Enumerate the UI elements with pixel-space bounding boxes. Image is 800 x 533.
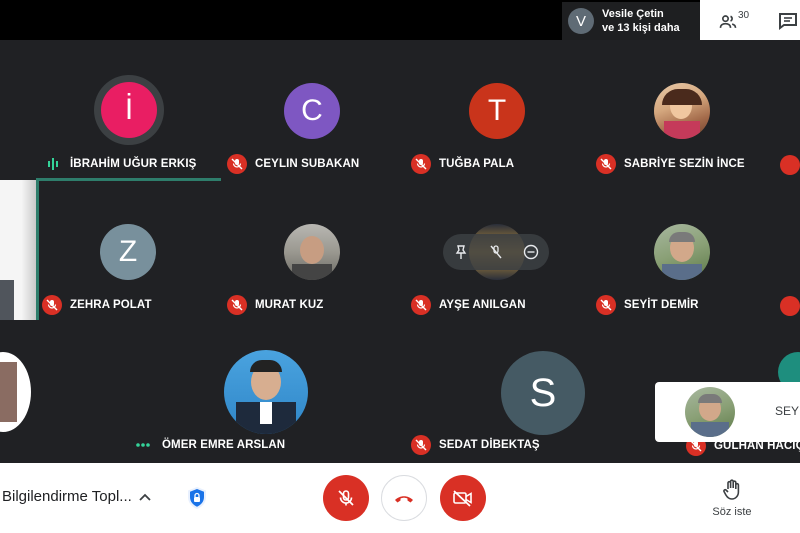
profile-photo: [284, 224, 340, 280]
chat-icon: [779, 13, 797, 30]
participant-name: ÖMER EMRE ARSLAN: [162, 439, 286, 451]
mic-off-icon: [780, 155, 800, 175]
audio-idle-icon: [136, 443, 150, 447]
self-view-photo: [685, 387, 735, 437]
participant-tile-partial-1: [0, 180, 39, 320]
participant-tile-seyit[interactable]: SEYİT DEMİR: [590, 210, 790, 340]
name-row: CEYLIN SUBAKAN: [227, 154, 360, 174]
mute-participant-icon[interactable]: [488, 244, 504, 260]
chat-button[interactable]: [778, 12, 798, 30]
participant-name: SEDAT DİBEKTAŞ: [439, 439, 540, 451]
profile-photo: [224, 350, 308, 434]
avatar: C: [284, 83, 340, 139]
people-count: 30: [738, 10, 750, 21]
name-row: ZEHRA POLAT: [42, 295, 152, 315]
mic-off-icon: [780, 296, 800, 316]
avatar: S: [501, 351, 585, 435]
hand-icon: [723, 479, 740, 500]
avatar: T: [469, 83, 525, 139]
avatar: Z: [100, 224, 156, 280]
top-right-panel: 30: [700, 0, 800, 40]
shield-lock-icon[interactable]: [184, 485, 210, 511]
presenter-avatar: V: [568, 8, 594, 34]
participant-name: TUĞBA PALA: [439, 158, 515, 170]
pin-icon[interactable]: [453, 244, 469, 260]
camera-off-icon: [453, 490, 472, 507]
presenter-line-2: ve 13 kişi daha: [602, 22, 680, 34]
raise-hand-button[interactable]: Söz iste: [707, 479, 757, 518]
mic-off-icon: [42, 295, 62, 315]
mic-off-icon: [411, 295, 431, 315]
name-row: TUĞBA PALA: [411, 154, 515, 174]
participant-tile-tugba[interactable]: T TUĞBA PALA: [405, 70, 605, 200]
participant-tile-ibrahim[interactable]: İ İBRAHİM UĞUR ERKIŞ: [36, 70, 236, 200]
tile-hover-controls: [443, 234, 549, 270]
remove-participant-icon[interactable]: [523, 244, 539, 260]
meeting-title[interactable]: Bilgilendirme Topl...: [2, 488, 132, 505]
audio-level-icon: [48, 158, 58, 170]
name-row: SABRİYE SEZİN İNCE: [596, 154, 745, 174]
top-bar: V Vesile Çetin ve 13 kişi daha 30: [0, 0, 800, 40]
participant-name: CEYLIN SUBAKAN: [255, 158, 360, 170]
participant-tile-ceylin[interactable]: C CEYLIN SUBAKAN: [221, 70, 421, 200]
presenter-names: Vesile Çetin ve 13 kişi daha: [602, 7, 680, 35]
leave-call-button[interactable]: [381, 475, 427, 521]
participant-name: MURAT KUZ: [255, 299, 324, 311]
mic-off-icon: [596, 154, 616, 174]
hang-up-icon: [395, 496, 413, 503]
chevron-up-icon[interactable]: [138, 491, 152, 505]
participant-tile-murat[interactable]: MURAT KUZ: [221, 210, 421, 340]
microphone-button[interactable]: [323, 475, 369, 521]
name-row: AYŞE ANILGAN: [411, 295, 526, 315]
presenter-chip[interactable]: V Vesile Çetin ve 13 kişi daha: [562, 2, 700, 40]
participant-name: ZEHRA POLAT: [70, 299, 152, 311]
people-icon: [719, 15, 737, 28]
name-row: MURAT KUZ: [227, 295, 324, 315]
name-row: SEDAT DİBEKTAŞ: [411, 435, 540, 455]
people-button[interactable]: 30: [718, 10, 752, 32]
self-view-label: SEYİT: [775, 404, 800, 418]
bottom-bar: Bilgilendirme Topl... Söz iste: [0, 463, 800, 533]
raise-hand-label: Söz iste: [712, 506, 752, 518]
participant-tile-sedat[interactable]: S SEDAT DİBEKTAŞ: [405, 345, 605, 475]
self-view[interactable]: SEYİT: [655, 382, 800, 442]
mic-off-icon: [411, 154, 431, 174]
participant-tile-zehra[interactable]: Z ZEHRA POLAT: [36, 210, 236, 340]
active-speaker-underline: [36, 178, 221, 181]
mic-off-icon: [227, 154, 247, 174]
participant-tile-sabriye[interactable]: SABRİYE SEZİN İNCE: [590, 70, 790, 200]
participant-name: AYŞE ANILGAN: [439, 299, 526, 311]
participant-tile-partial-2: [0, 352, 31, 432]
profile-photo: [654, 224, 710, 280]
mic-off-icon: [227, 295, 247, 315]
participant-name: İBRAHİM UĞUR ERKIŞ: [70, 158, 197, 170]
name-row: İBRAHİM UĞUR ERKIŞ: [46, 155, 196, 173]
mic-off-icon: [596, 295, 616, 315]
mic-off-icon: [411, 435, 431, 455]
presenter-line-1: Vesile Çetin: [602, 8, 664, 20]
participant-name: SEYİT DEMİR: [624, 299, 699, 311]
name-row: SEYİT DEMİR: [596, 295, 699, 315]
camera-button[interactable]: [440, 475, 486, 521]
participant-tile-omer[interactable]: ÖMER EMRE ARSLAN: [130, 345, 330, 475]
participant-tile-ayse[interactable]: AYŞE ANILGAN: [405, 210, 605, 340]
mic-off-icon: [338, 490, 354, 506]
name-row: ÖMER EMRE ARSLAN: [136, 436, 285, 454]
avatar: İ: [101, 82, 157, 138]
participant-name: SABRİYE SEZİN İNCE: [624, 158, 745, 170]
profile-photo: [654, 83, 710, 139]
